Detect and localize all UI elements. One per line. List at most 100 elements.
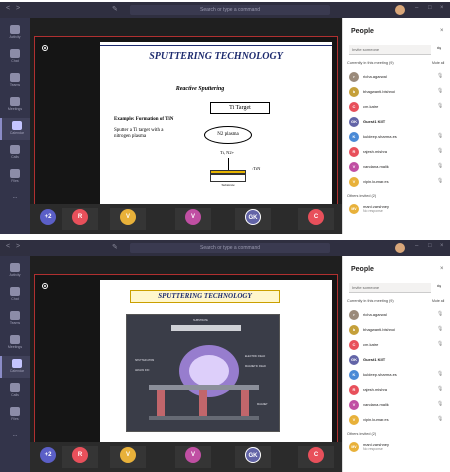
rail-calls[interactable]: Calls xyxy=(0,142,30,164)
forward-icon[interactable]: > xyxy=(16,5,20,12)
rail-teams[interactable]: Teams xyxy=(0,70,30,92)
participant-row[interactable]: Vvandana.malik 🎙 xyxy=(349,399,447,412)
more-participants-tile[interactable]: +2 xyxy=(40,447,56,463)
substrate-plate xyxy=(171,325,241,331)
phone-icon xyxy=(10,383,20,392)
rail-activity[interactable]: Activity xyxy=(0,260,30,282)
mic-icon: 🎙 xyxy=(437,416,444,422)
profile-avatar[interactable] xyxy=(395,5,405,15)
rail-files[interactable]: Files xyxy=(0,404,30,426)
participant-tile[interactable]: GK xyxy=(245,447,261,463)
record-icon xyxy=(42,283,48,289)
bullet-text: Sputter a Ti target with a nitrogen plas… xyxy=(114,128,164,139)
forward-icon[interactable]: > xyxy=(16,243,20,250)
maximize-icon[interactable]: □ xyxy=(428,5,432,11)
plasma-ellipse: N2 plasma xyxy=(204,126,252,144)
avatar: V xyxy=(349,400,359,410)
slide-rule xyxy=(100,45,332,46)
close-window-icon[interactable]: × xyxy=(440,5,444,11)
mic-icon: 🎙 xyxy=(437,73,444,79)
participant-row[interactable]: Ccm.katre 🎙 xyxy=(349,101,447,114)
avatar: V xyxy=(349,415,359,425)
rail-files[interactable]: Files xyxy=(0,166,30,188)
others-section-label[interactable]: Others invited (2) xyxy=(347,194,376,198)
minimize-icon[interactable]: – xyxy=(415,5,418,11)
rail-more[interactable]: ... xyxy=(0,428,30,450)
maximize-icon[interactable]: □ xyxy=(428,243,432,249)
rail-chat[interactable]: Chat xyxy=(0,284,30,306)
participant-row[interactable]: Kkuldeep.sharma.es 🎙 xyxy=(349,369,447,382)
participant-tile[interactable]: V xyxy=(185,209,201,225)
close-icon[interactable]: × xyxy=(440,28,444,34)
compose-icon[interactable]: ✎ xyxy=(112,243,118,251)
mic-icon: 🎙 xyxy=(437,88,444,94)
back-icon[interactable]: < xyxy=(6,5,10,12)
title-bar: < > ✎ Search or type a command – □ × xyxy=(0,240,450,256)
mic-icon: 🎙 xyxy=(437,103,444,109)
participant-tile[interactable]: GK xyxy=(245,209,261,225)
share-icon[interactable]: ⇆ xyxy=(437,46,441,52)
participant-row[interactable]: Vvipin.kumar.es 🎙 xyxy=(349,176,447,189)
rail-chat[interactable]: Chat xyxy=(0,46,30,68)
rail-calendar[interactable]: Calendar xyxy=(0,356,30,378)
search-input[interactable]: Search or type a command xyxy=(130,5,330,15)
mic-icon: 🎙 xyxy=(437,371,444,377)
participant-row[interactable]: b bhagwanti.bishnoi 🎙 xyxy=(349,86,447,99)
participant-row[interactable]: GK Guest1 KIIT xyxy=(349,116,447,129)
participant-row[interactable]: Vvipin.kumar.es 🎙 xyxy=(349,414,447,427)
teams-icon xyxy=(10,73,20,82)
participant-row[interactable]: r richa.agarwal 🎙 xyxy=(349,71,447,84)
mute-all-link[interactable]: Mute all xyxy=(432,61,444,65)
compose-icon[interactable]: ✎ xyxy=(112,5,118,13)
rail-meetings[interactable]: Meetings xyxy=(0,332,30,354)
share-icon[interactable]: ⇆ xyxy=(437,284,441,290)
slide-subtitle: Reactive Sputtering xyxy=(175,86,225,92)
invited-row[interactable]: MV mani.varshney No response xyxy=(349,441,447,454)
rail-teams[interactable]: Teams xyxy=(0,308,30,330)
current-section-label[interactable]: Currently in this meeting (9) xyxy=(347,299,394,303)
diagram-label: MAGNETIC FIELD xyxy=(245,365,266,368)
teams-window-1: < > ✎ Search or type a command – □ × Act… xyxy=(0,2,450,234)
participant-tile[interactable]: V xyxy=(185,447,201,463)
participant-row[interactable]: Rrajesh.mishra 🎙 xyxy=(349,146,447,159)
app-rail: Activity Chat Teams Meetings Calendar Ca… xyxy=(0,18,30,234)
mute-all-link[interactable]: Mute all xyxy=(432,299,444,303)
people-title: People xyxy=(351,28,374,35)
invited-row[interactable]: MV mani.varshney No response xyxy=(349,203,447,216)
participant-tile[interactable]: V xyxy=(120,209,136,225)
participant-row[interactable]: Kkuldeep.sharma.es 🎙 xyxy=(349,131,447,144)
minimize-icon[interactable]: – xyxy=(415,243,418,249)
participant-row[interactable]: r richa.agarwal 🎙 xyxy=(349,309,447,322)
rail-more[interactable]: ... xyxy=(0,190,30,212)
close-window-icon[interactable]: × xyxy=(440,243,444,249)
current-section-label[interactable]: Currently in this meeting (9) xyxy=(347,61,394,65)
participant-row[interactable]: Vvandana.malik 🎙 xyxy=(349,161,447,174)
others-section-label[interactable]: Others invited (2) xyxy=(347,432,376,436)
participant-row[interactable]: GK Guest1 KIIT xyxy=(349,354,447,367)
invite-input[interactable]: Invite someone xyxy=(349,283,431,293)
search-input[interactable]: Search or type a command xyxy=(130,243,330,253)
participant-row[interactable]: Ccm.katre 🎙 xyxy=(349,339,447,352)
profile-avatar[interactable] xyxy=(395,243,405,253)
participant-row[interactable]: Rrajesh.mishra 🎙 xyxy=(349,384,447,397)
magnet-block xyxy=(157,390,165,416)
back-icon[interactable]: < xyxy=(6,243,10,250)
participant-tile[interactable]: C xyxy=(308,447,324,463)
rail-activity[interactable]: Activity xyxy=(0,22,30,44)
rail-calls[interactable]: Calls xyxy=(0,380,30,402)
close-icon[interactable]: × xyxy=(440,266,444,272)
mic-icon: 🎙 xyxy=(437,401,444,407)
participant-tile[interactable]: R xyxy=(72,209,88,225)
participant-tile[interactable]: V xyxy=(120,447,136,463)
more-participants-tile[interactable]: +2 xyxy=(40,209,56,225)
slide-title: SPUTTERING TECHNOLOGY xyxy=(158,292,252,300)
participant-row[interactable]: b bhagwanti.bishnoi 🎙 xyxy=(349,324,447,337)
mic-icon: 🎙 xyxy=(437,178,444,184)
invite-input[interactable]: Invite someone xyxy=(349,45,431,55)
participant-tile[interactable]: R xyxy=(72,447,88,463)
participant-tile[interactable]: C xyxy=(308,209,324,225)
slide-magnetron-sputtering: SPUTTERING TECHNOLOGY SUBSTRATE SPUTTER … xyxy=(100,280,332,452)
rail-meetings[interactable]: Meetings xyxy=(0,94,30,116)
rail-calendar[interactable]: Calendar xyxy=(0,118,30,140)
teams-icon xyxy=(10,311,20,320)
